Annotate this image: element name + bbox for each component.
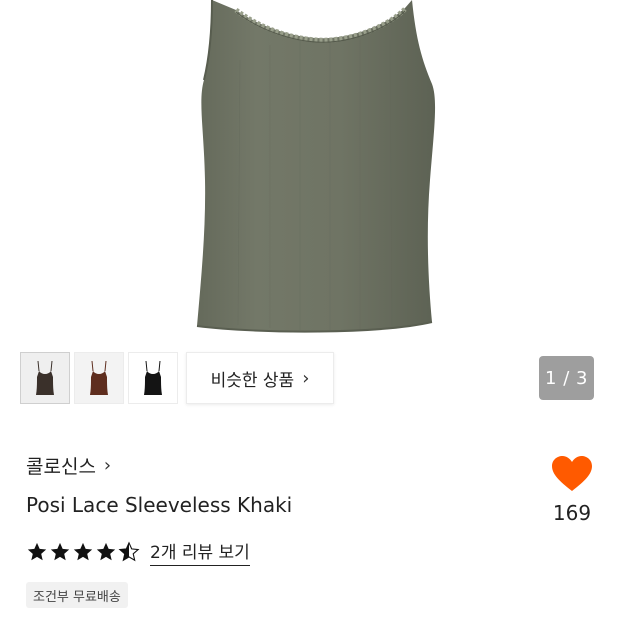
thumbnail-black[interactable]	[128, 352, 178, 404]
rating-row: 2개 리뷰 보기	[26, 538, 250, 566]
brand-link[interactable]: 콜로신스 ›	[26, 452, 111, 479]
shipping-badge: 조건부 무료배송	[26, 582, 128, 608]
review-link[interactable]: 2개 리뷰 보기	[150, 538, 250, 566]
chevron-right-icon: ›	[103, 455, 112, 476]
camisole-thumbnail-image	[36, 360, 54, 395]
star-icon	[50, 542, 70, 561]
like-count: 169	[552, 501, 592, 525]
similar-products-button[interactable]: 비슷한 상품 ›	[186, 352, 334, 404]
image-page-indicator: 1 / 3	[539, 356, 594, 400]
star-rating	[26, 541, 140, 563]
heart-icon[interactable]	[551, 455, 593, 493]
thumbnail-strip: 비슷한 상품 ›	[20, 352, 334, 404]
star-icon	[73, 542, 93, 561]
star-icon	[96, 542, 116, 561]
chevron-right-icon: ›	[302, 367, 310, 389]
like-section: 169	[548, 455, 596, 525]
star-icon	[27, 542, 47, 561]
star-half-icon	[118, 541, 140, 562]
camisole-thumbnail-image	[144, 360, 162, 395]
product-title: Posi Lace Sleeveless Khaki	[26, 493, 293, 517]
camisole-thumbnail-image	[90, 360, 108, 395]
thumbnail-brown[interactable]	[74, 352, 124, 404]
brand-name: 콜로신스	[26, 456, 96, 478]
similar-products-label: 비슷한 상품	[210, 370, 295, 391]
thumbnail-dark-brown[interactable]	[20, 352, 70, 404]
